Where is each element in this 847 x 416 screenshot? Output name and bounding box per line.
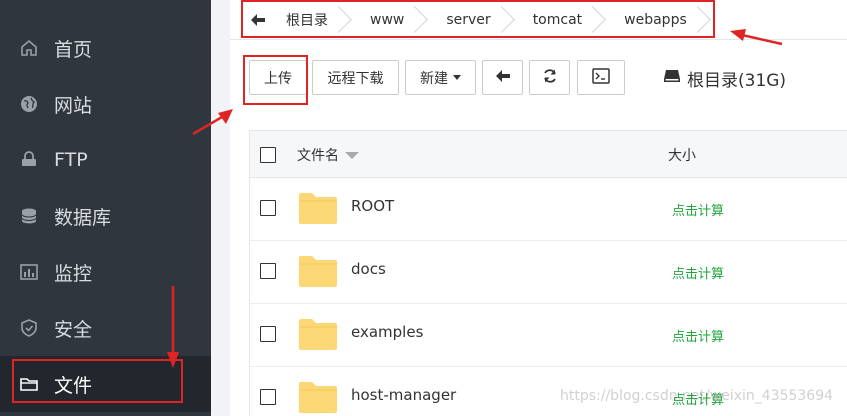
annotation-arrow-files xyxy=(167,286,179,368)
annotation-arrow-breadcrumb xyxy=(730,29,783,46)
annotation-arrow-upload xyxy=(192,109,233,136)
annotation-arrows xyxy=(167,29,783,368)
